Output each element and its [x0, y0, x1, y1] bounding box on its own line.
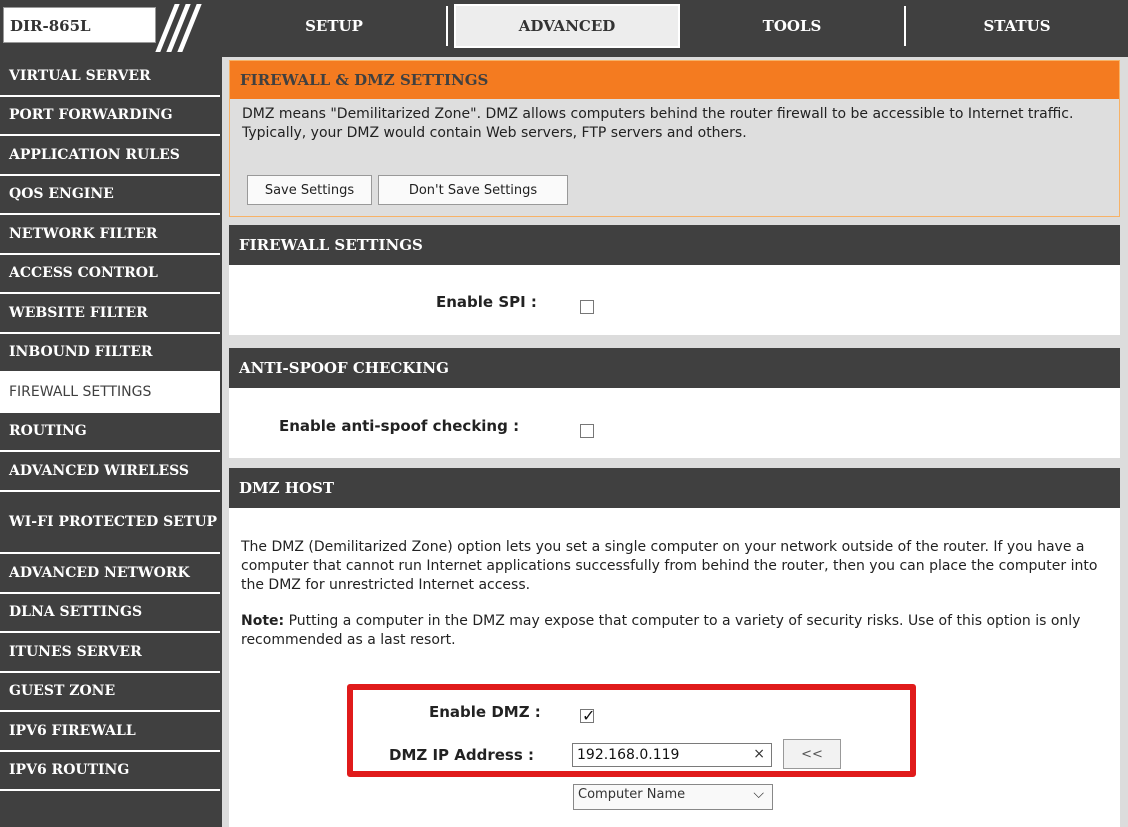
dmz-note-text: Putting a computer in the DMZ may expose… — [241, 613, 1081, 648]
sidebar-item-firewall-settings[interactable]: FIREWALL SETTINGS — [0, 373, 220, 413]
computer-name-select-value: Computer Name — [578, 787, 686, 802]
dmz-note-label: Note: — [241, 613, 285, 629]
dmz-ip-label: DMZ IP Address : — [389, 746, 535, 764]
sidebar-item-website-filter[interactable]: WEBSITE FILTER — [0, 294, 220, 334]
sidebar-item-advanced-wireless[interactable]: ADVANCED WIRELESS — [0, 452, 220, 492]
save-settings-button[interactable]: Save Settings — [247, 175, 372, 205]
tab-status[interactable]: STATUS — [906, 6, 1128, 46]
sidebar-item-application-rules[interactable]: APPLICATION RULES — [0, 136, 220, 176]
enable-anti-spoof-checkbox[interactable] — [580, 424, 594, 438]
sidebar-item-qos-engine[interactable]: QOS ENGINE — [0, 176, 220, 215]
firewall-settings-panel: FIREWALL SETTINGS Enable SPI : — [229, 225, 1120, 335]
firewall-settings-title: FIREWALL SETTINGS — [229, 225, 1120, 265]
sidebar-item-access-control[interactable]: ACCESS CONTROL — [0, 255, 220, 294]
copy-computer-ip-button[interactable]: << — [783, 739, 841, 769]
sidebar-item-ipv6-firewall[interactable]: IPV6 FIREWALL — [0, 712, 220, 752]
sidebar-item-ipv6-routing[interactable]: IPV6 ROUTING — [0, 752, 220, 791]
enable-dmz-checkbox[interactable]: ✓ — [580, 706, 596, 725]
dmz-description: The DMZ (Demilitarized Zone) option lets… — [241, 539, 1098, 593]
sidebar: VIRTUAL SERVER PORT FORWARDING APPLICATI… — [0, 57, 220, 827]
model-name: DIR-865L — [10, 17, 91, 35]
fw-dmz-title: FIREWALL & DMZ SETTINGS — [230, 61, 1119, 99]
dmz-host-panel: DMZ HOST The DMZ (Demilitarized Zone) op… — [229, 468, 1120, 827]
dmz-ip-input[interactable]: 192.168.0.119 × — [572, 743, 772, 767]
enable-anti-spoof-label: Enable anti-spoof checking : — [279, 417, 520, 435]
sidebar-item-itunes-server[interactable]: ITUNES SERVER — [0, 633, 220, 673]
anti-spoof-panel: ANTI-SPOOF CHECKING Enable anti-spoof ch… — [229, 348, 1120, 458]
tab-setup[interactable]: SETUP — [222, 6, 448, 46]
top-tabs: SETUP ADVANCED TOOLS STATUS — [222, 0, 1128, 57]
sidebar-item-network-filter[interactable]: NETWORK FILTER — [0, 215, 220, 255]
enable-dmz-label: Enable DMZ : — [429, 703, 541, 721]
tab-advanced[interactable]: ADVANCED — [454, 4, 680, 48]
enable-spi-checkbox[interactable] — [580, 300, 594, 314]
fw-dmz-panel: FIREWALL & DMZ SETTINGS DMZ means "Demil… — [229, 60, 1120, 217]
model-area: DIR-865L — [0, 0, 220, 57]
model-badge: DIR-865L — [3, 7, 156, 43]
sidebar-item-dlna-settings[interactable]: DLNA SETTINGS — [0, 594, 220, 633]
anti-spoof-title: ANTI-SPOOF CHECKING — [229, 348, 1120, 388]
dont-save-settings-button[interactable]: Don't Save Settings — [378, 175, 568, 205]
dmz-note: Note: Putting a computer in the DMZ may … — [229, 595, 1120, 650]
sidebar-item-advanced-network[interactable]: ADVANCED NETWORK — [0, 554, 220, 594]
clear-icon[interactable]: × — [753, 746, 765, 762]
main-content: FIREWALL & DMZ SETTINGS DMZ means "Demil… — [222, 57, 1128, 827]
sidebar-item-routing[interactable]: ROUTING — [0, 413, 220, 452]
checkmark-icon: ✓ — [582, 706, 596, 725]
fw-dmz-description: DMZ means "Demilitarized Zone". DMZ allo… — [242, 106, 1074, 141]
computer-name-select[interactable]: Computer Name ⌵ — [573, 784, 773, 810]
chevron-down-icon: ⌵ — [753, 786, 764, 802]
enable-spi-label: Enable SPI : — [436, 293, 537, 311]
sidebar-item-port-forwarding[interactable]: PORT FORWARDING — [0, 97, 220, 136]
sidebar-item-guest-zone[interactable]: GUEST ZONE — [0, 673, 220, 712]
dmz-ip-value: 192.168.0.119 — [577, 747, 680, 763]
sidebar-item-virtual-server[interactable]: VIRTUAL SERVER — [0, 57, 220, 97]
sidebar-item-inbound-filter[interactable]: INBOUND FILTER — [0, 334, 220, 373]
dmz-host-title: DMZ HOST — [229, 468, 1120, 508]
sidebar-item-wifi-protected-setup[interactable]: WI-FI PROTECTED SETUP — [0, 492, 220, 554]
tab-tools[interactable]: TOOLS — [680, 6, 906, 46]
